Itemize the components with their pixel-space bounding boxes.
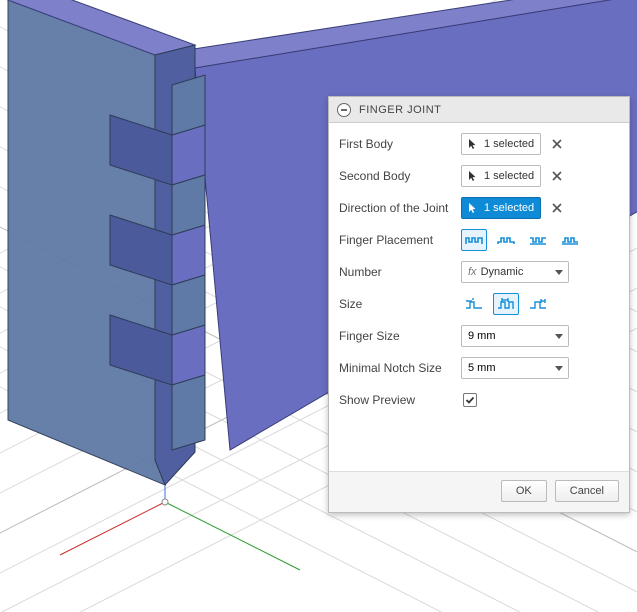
preview-checkbox[interactable] bbox=[463, 393, 477, 407]
label-preview: Show Preview bbox=[339, 393, 461, 407]
label-min-notch: Minimal Notch Size bbox=[339, 361, 461, 375]
cancel-label: Cancel bbox=[570, 485, 604, 497]
label-number: Number bbox=[339, 265, 461, 279]
placement-option-2[interactable] bbox=[493, 229, 519, 251]
second-body-selector[interactable]: 1 selected bbox=[461, 165, 541, 187]
placement-option-4[interactable] bbox=[557, 229, 583, 251]
caret-down-icon bbox=[554, 334, 564, 339]
direction-selector[interactable]: 1 selected bbox=[461, 197, 541, 219]
number-value: Dynamic bbox=[481, 266, 524, 278]
placement-option-3[interactable] bbox=[525, 229, 551, 251]
collapse-icon[interactable] bbox=[337, 103, 351, 117]
placement-option-1[interactable] bbox=[461, 229, 487, 251]
finger-size-field[interactable] bbox=[461, 325, 569, 347]
label-second-body: Second Body bbox=[339, 169, 461, 183]
second-body-clear[interactable] bbox=[547, 166, 567, 186]
direction-clear[interactable] bbox=[547, 198, 567, 218]
label-direction: Direction of the Joint bbox=[339, 201, 461, 215]
fx-icon: fx bbox=[468, 266, 477, 278]
ok-button[interactable]: OK bbox=[501, 480, 547, 502]
direction-value: 1 selected bbox=[484, 202, 534, 214]
label-placement: Finger Placement bbox=[339, 233, 461, 247]
min-notch-input[interactable] bbox=[468, 362, 528, 374]
cursor-icon bbox=[466, 201, 480, 215]
first-body-selector[interactable]: 1 selected bbox=[461, 133, 541, 155]
caret-down-icon bbox=[554, 270, 564, 275]
size-option-1[interactable] bbox=[461, 293, 487, 315]
finger-size-input[interactable] bbox=[468, 330, 528, 342]
cursor-icon bbox=[466, 169, 480, 183]
label-first-body: First Body bbox=[339, 137, 461, 151]
size-option-2[interactable] bbox=[493, 293, 519, 315]
finger-joint-dialog: FINGER JOINT First Body 1 selected bbox=[328, 96, 630, 513]
cancel-button[interactable]: Cancel bbox=[555, 480, 619, 502]
first-body-value: 1 selected bbox=[484, 138, 534, 150]
number-select[interactable]: fx Dynamic bbox=[461, 261, 569, 283]
label-size: Size bbox=[339, 297, 461, 311]
dialog-titlebar[interactable]: FINGER JOINT bbox=[329, 97, 629, 123]
caret-down-icon bbox=[554, 366, 564, 371]
cursor-icon bbox=[466, 137, 480, 151]
ok-label: OK bbox=[516, 485, 532, 497]
dialog-title: FINGER JOINT bbox=[359, 104, 441, 116]
size-option-3[interactable] bbox=[525, 293, 551, 315]
min-notch-field[interactable] bbox=[461, 357, 569, 379]
first-body-clear[interactable] bbox=[547, 134, 567, 154]
label-finger-size: Finger Size bbox=[339, 329, 461, 343]
second-body-value: 1 selected bbox=[484, 170, 534, 182]
